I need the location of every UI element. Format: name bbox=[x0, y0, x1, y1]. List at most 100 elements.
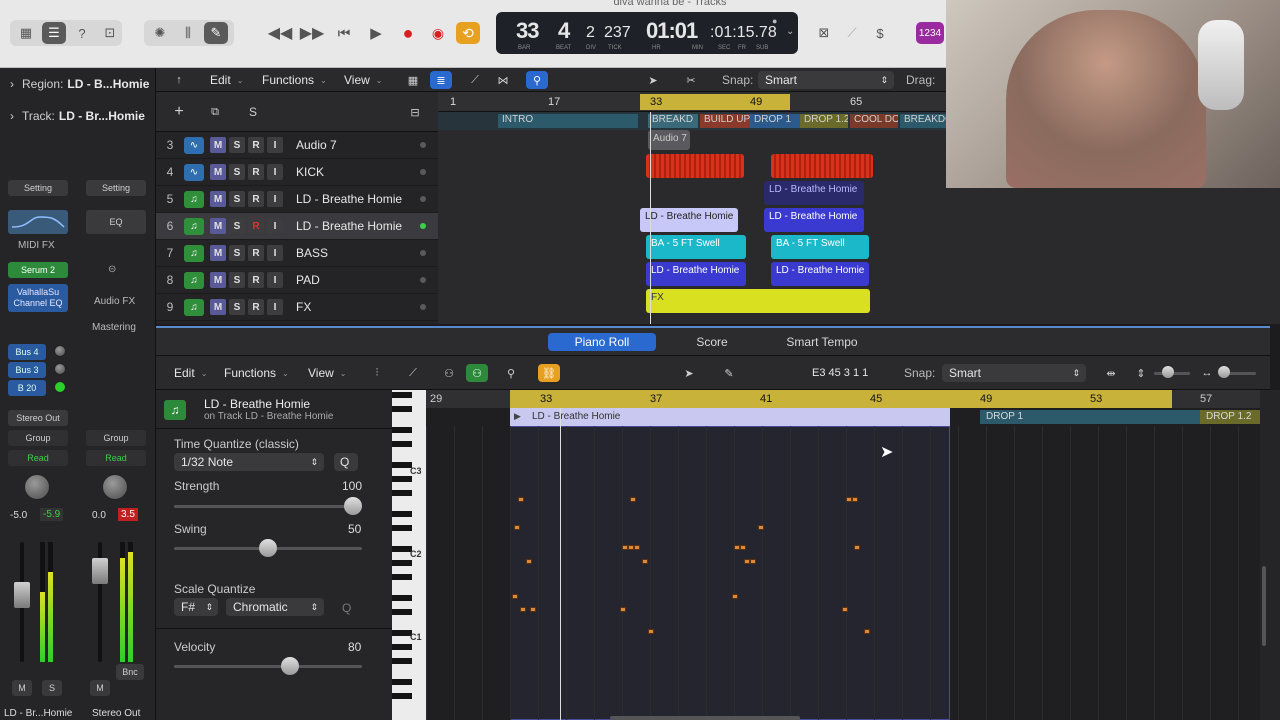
smart-controls-icon[interactable]: ✺ bbox=[148, 22, 172, 44]
add-track-icon[interactable]: + bbox=[168, 103, 190, 121]
eq-right-button[interactable]: EQ bbox=[86, 210, 146, 234]
black-key[interactable] bbox=[392, 679, 412, 685]
solo-button[interactable]: S bbox=[229, 137, 245, 153]
instrument-slot[interactable]: Serum 2 bbox=[8, 262, 68, 278]
collapse-tracks-icon[interactable]: ⫶ bbox=[366, 364, 388, 382]
volume-fader-right[interactable] bbox=[92, 558, 108, 584]
horizontal-zoom-icon[interactable]: ↔ bbox=[1196, 364, 1218, 382]
score-sheet-icon[interactable]: $ bbox=[868, 22, 892, 44]
black-key[interactable] bbox=[392, 644, 412, 650]
black-key[interactable] bbox=[392, 525, 412, 531]
vertical-scrollbar[interactable] bbox=[1262, 566, 1266, 646]
piano-keyboard[interactable]: C3 C2 C1 bbox=[392, 390, 426, 720]
input-monitor-button[interactable]: I bbox=[267, 245, 283, 261]
automation-read-left[interactable]: Read bbox=[8, 450, 68, 466]
mute-button[interactable]: M bbox=[210, 164, 226, 180]
pr-catch-icon[interactable]: ⚲ bbox=[500, 364, 522, 382]
strength-slider-knob[interactable] bbox=[344, 497, 362, 515]
pr-pointer-tool-icon[interactable]: ➤ bbox=[678, 364, 700, 382]
tuner-icon[interactable]: ⟋ bbox=[840, 22, 864, 44]
pr-automation-icon[interactable]: ⟋ bbox=[402, 364, 424, 382]
black-key[interactable] bbox=[392, 693, 412, 699]
record-enable-button[interactable]: R bbox=[248, 191, 264, 207]
solo-button[interactable]: S bbox=[229, 272, 245, 288]
track-row[interactable]: 9 ♫ M S R I FX bbox=[156, 294, 438, 321]
black-key[interactable] bbox=[392, 406, 412, 412]
tab-smart-tempo[interactable]: Smart Tempo bbox=[776, 333, 868, 351]
marker-build-up[interactable]: BUILD UP bbox=[700, 114, 750, 128]
midi-note[interactable] bbox=[648, 629, 654, 634]
black-key[interactable] bbox=[392, 560, 412, 566]
catch-icon[interactable]: ⚲ bbox=[526, 71, 548, 89]
region-bass-a[interactable]: BA - 5 FT Swell bbox=[646, 235, 746, 259]
black-key[interactable] bbox=[392, 427, 412, 433]
midi-out-icon[interactable]: ⚇ bbox=[466, 364, 488, 382]
midi-note[interactable] bbox=[732, 594, 738, 599]
pr-marker-drop-1[interactable]: DROP 1 bbox=[980, 410, 1200, 424]
mixer-icon[interactable]: ⫼ bbox=[176, 22, 200, 44]
mute-button[interactable]: M bbox=[210, 137, 226, 153]
pr-snap-select[interactable]: Smart ⇕ bbox=[942, 364, 1086, 382]
arrange-area[interactable]: 1 17 33 49 65 INTRO BREAKD BUILD UP DROP… bbox=[438, 92, 946, 324]
quantize-button[interactable]: Q bbox=[334, 453, 358, 471]
lcd-display[interactable]: 33 4 2 237 01:01 :01:15.78 BAR BEAT DIV … bbox=[496, 12, 798, 54]
mute-button[interactable]: M bbox=[210, 272, 226, 288]
collapse-icon[interactable]: ⊟ bbox=[404, 103, 426, 121]
midi-in-icon[interactable]: ⚇ bbox=[438, 364, 460, 382]
region-pad-b[interactable]: LD - Breathe Homie bbox=[771, 262, 869, 286]
fit-icon[interactable]: ⇹ bbox=[1100, 364, 1122, 382]
pr-cycle-region[interactable] bbox=[510, 390, 1172, 408]
fast-forward-icon[interactable]: ▶▶ bbox=[300, 22, 325, 44]
go-to-start-icon[interactable]: ⏮ bbox=[332, 22, 356, 44]
scale-type-select[interactable]: Chromatic ⇕ bbox=[226, 598, 324, 616]
cycle-icon[interactable]: ⟲ bbox=[456, 22, 480, 44]
track-row[interactable]: 3 ∿ M S R I Audio 7 bbox=[156, 132, 438, 159]
help-icon[interactable]: ? bbox=[70, 22, 94, 44]
black-key[interactable] bbox=[392, 546, 412, 552]
vertical-zoom-icon[interactable]: ⇕ bbox=[1130, 364, 1152, 382]
up-arrow-icon[interactable]: ↑ bbox=[168, 71, 190, 89]
strength-slider[interactable] bbox=[174, 505, 362, 508]
region-kick-b[interactable] bbox=[771, 154, 873, 178]
scale-quantize-button[interactable]: Q bbox=[342, 601, 351, 615]
velocity-slider-knob[interactable] bbox=[281, 657, 300, 675]
library-icon[interactable]: ▦ bbox=[14, 22, 38, 44]
setting-left-button[interactable]: Setting bbox=[8, 180, 68, 196]
group-left-slot[interactable]: Group bbox=[8, 430, 68, 446]
midi-note[interactable] bbox=[526, 559, 532, 564]
track-row[interactable]: 5 ♫ M S R I LD - Breathe Homie bbox=[156, 186, 438, 213]
time-quantize-select[interactable]: 1/32 Note ⇕ bbox=[174, 453, 324, 471]
input-monitor-button[interactable]: I bbox=[267, 191, 283, 207]
tab-score[interactable]: Score bbox=[676, 333, 748, 351]
track-name[interactable]: LD - Breathe Homie bbox=[296, 219, 416, 233]
inspector-icon[interactable]: ☰ bbox=[42, 22, 66, 44]
play-icon[interactable]: ▶ bbox=[364, 22, 388, 44]
marker-drop-1[interactable]: DROP 1 bbox=[750, 114, 800, 128]
marker-track[interactable]: INTRO BREAKD BUILD UP DROP 1 DROP 1.2 CO… bbox=[438, 112, 946, 130]
input-monitor-button[interactable]: I bbox=[267, 218, 283, 234]
marker-intro[interactable]: INTRO bbox=[498, 114, 638, 128]
record-enable-button[interactable]: R bbox=[248, 272, 264, 288]
output-slot[interactable]: Stereo Out bbox=[8, 410, 68, 426]
pointer-tool-icon[interactable]: ➤ bbox=[642, 71, 664, 89]
solo-button[interactable]: S bbox=[229, 164, 245, 180]
global-solo-icon[interactable]: S bbox=[242, 103, 264, 121]
pencil-tool-icon[interactable]: ✎ bbox=[718, 364, 740, 382]
grid-view-icon[interactable]: ▦ bbox=[402, 71, 424, 89]
chevron-right-icon[interactable]: › bbox=[10, 77, 14, 91]
black-key[interactable] bbox=[392, 462, 412, 468]
volume-right-value[interactable]: 0.0 bbox=[92, 510, 106, 521]
mute-button[interactable]: M bbox=[210, 191, 226, 207]
track-name[interactable]: PAD bbox=[296, 273, 416, 287]
region-ld-track6-b[interactable]: LD - Breathe Homie bbox=[764, 208, 864, 232]
lcd-chevron-icon[interactable]: ⌄ bbox=[786, 26, 794, 37]
pr-marker-drop-1-2[interactable]: DROP 1.2 bbox=[1200, 410, 1260, 424]
note-grid[interactable]: 29 33 37 41 45 49 53 57 ▶ LD - Breathe Homie DRO… bbox=[426, 390, 1260, 720]
send-knob-2[interactable] bbox=[54, 363, 66, 375]
track-name[interactable]: Audio 7 bbox=[296, 138, 416, 152]
pr-playhead[interactable] bbox=[560, 408, 561, 720]
swing-slider-knob[interactable] bbox=[259, 539, 277, 557]
region-ld-track5[interactable]: LD - Breathe Homie bbox=[764, 181, 864, 205]
marker-cool-down[interactable]: COOL DO bbox=[850, 114, 898, 128]
track-row[interactable]: 8 ♫ M S R I PAD bbox=[156, 267, 438, 294]
